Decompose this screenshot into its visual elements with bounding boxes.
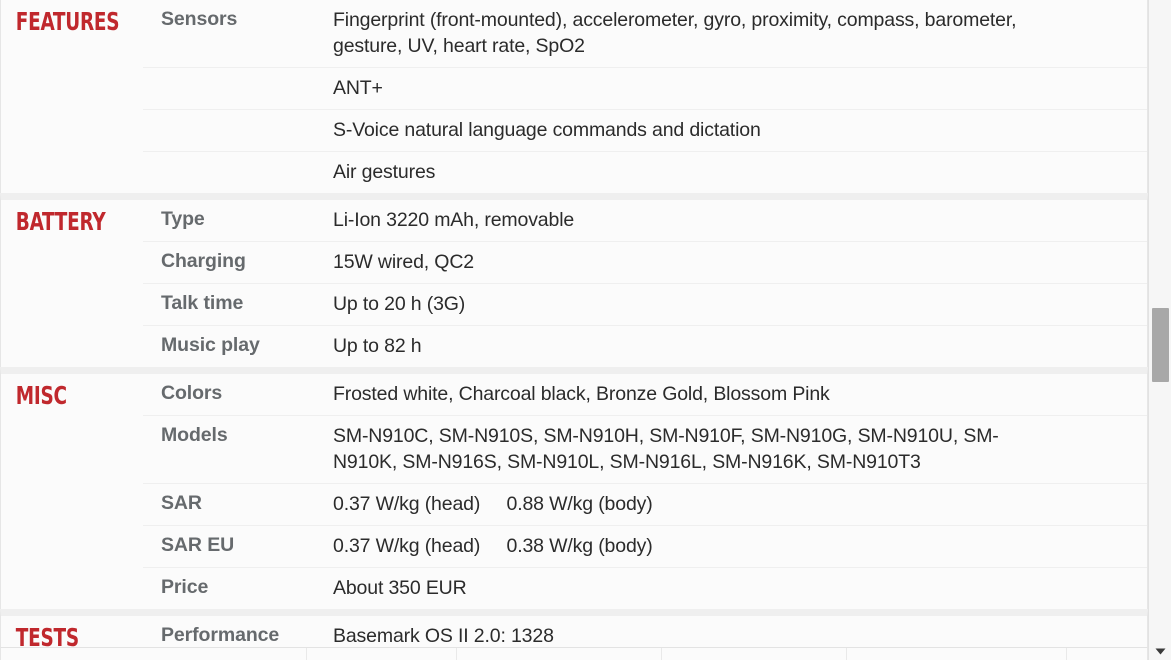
specifications-page: FEATURES Sensors Fingerprint (front-mounte… [0, 0, 1171, 660]
spec-row: Price About 350 EUR [1, 567, 1147, 609]
spec-label: Price [143, 567, 333, 608]
spec-label [143, 67, 333, 83]
spec-label: Type [161, 208, 205, 230]
spec-label [143, 151, 333, 167]
section-title-misc: MISC [15, 381, 67, 410]
spec-label: Models [143, 415, 333, 456]
spec-value: Li-Ion 3220 mAh, removable [333, 209, 575, 231]
section-title-features: FEATURES [15, 7, 120, 36]
section-title-battery: BATTERY [15, 207, 106, 236]
spec-value: SM-N910C, SM-N910S, SM-N910H, SM-N910F, … [333, 415, 1147, 483]
section-title-cell: FEATURES [1, 0, 143, 34]
spec-section-misc: MISC Colors Frosted white, Charcoal black,… [0, 367, 1148, 609]
section-title-cell: TESTS [1, 616, 143, 650]
spec-row: Models SM-N910C, SM-N910S, SM-N910H, SM-N… [1, 415, 1147, 483]
spec-label: Charging [143, 241, 333, 282]
spec-row: SAR 0.37 W/kg (head) 0.88 W/kg (body) [1, 483, 1147, 525]
chevron-down-icon[interactable] [1149, 643, 1171, 659]
spec-label [143, 109, 333, 125]
spec-label: Talk time [143, 283, 333, 324]
spec-value: S-Voice natural language commands and di… [333, 109, 1147, 151]
spec-section-battery: BATTERY Type Li-Ion 3220 mAh, removable Cha… [0, 193, 1148, 367]
section-title-cell: BATTERY [1, 200, 143, 234]
spec-value: Up to 20 h (3G) [333, 283, 1147, 325]
row-tick [1066, 648, 1067, 660]
spec-value: Up to 82 h [333, 325, 1147, 367]
spec-value: About 350 EUR [333, 567, 1147, 609]
spec-row: FEATURES Sensors Fingerprint (front-mounte… [1, 0, 1147, 67]
spec-row: S-Voice natural language commands and di… [1, 109, 1147, 151]
spec-row: SAR EU 0.37 W/kg (head) 0.38 W/kg (body) [1, 525, 1147, 567]
spec-value: 15W wired, QC2 [333, 241, 1147, 283]
spec-section-features: FEATURES Sensors Fingerprint (front-mounte… [0, 0, 1148, 193]
row-tick [661, 648, 662, 660]
spec-row: MISC Colors Frosted white, Charcoal black,… [1, 374, 1147, 415]
spec-value: ANT+ [333, 67, 1147, 109]
spec-row: Talk time Up to 20 h (3G) [1, 283, 1147, 325]
spec-row: ANT+ [1, 67, 1147, 109]
spec-label: Sensors [161, 8, 238, 30]
spec-value: 0.37 W/kg (head) 0.88 W/kg (body) [333, 483, 1147, 525]
scrollbar-thumb[interactable] [1152, 308, 1169, 382]
spec-row: BATTERY Type Li-Ion 3220 mAh, removable [1, 200, 1147, 241]
row-tick [456, 648, 457, 660]
spec-row: Music play Up to 82 h [1, 325, 1147, 367]
vertical-scrollbar[interactable] [1148, 0, 1171, 660]
row-tick [306, 648, 307, 660]
specifications-table: FEATURES Sensors Fingerprint (front-mounte… [0, 0, 1148, 660]
section-title-cell: MISC [1, 374, 143, 408]
spec-value: Air gestures [333, 151, 1147, 193]
spec-value: Fingerprint (front-mounted), acceleromet… [333, 9, 1017, 57]
spec-row: Air gestures [1, 151, 1147, 193]
clipped-bottom-row [0, 647, 1148, 660]
spec-row: Charging 15W wired, QC2 [1, 241, 1147, 283]
spec-value: 0.37 W/kg (head) 0.38 W/kg (body) [333, 525, 1147, 567]
row-tick [846, 648, 847, 660]
section-title-tests: TESTS [15, 623, 79, 652]
spec-label: Colors [161, 382, 223, 404]
spec-label: SAR [143, 483, 333, 524]
spec-value: Frosted white, Charcoal black, Bronze Go… [333, 383, 830, 405]
spec-label: SAR EU [143, 525, 333, 566]
spec-label: Music play [143, 325, 333, 366]
